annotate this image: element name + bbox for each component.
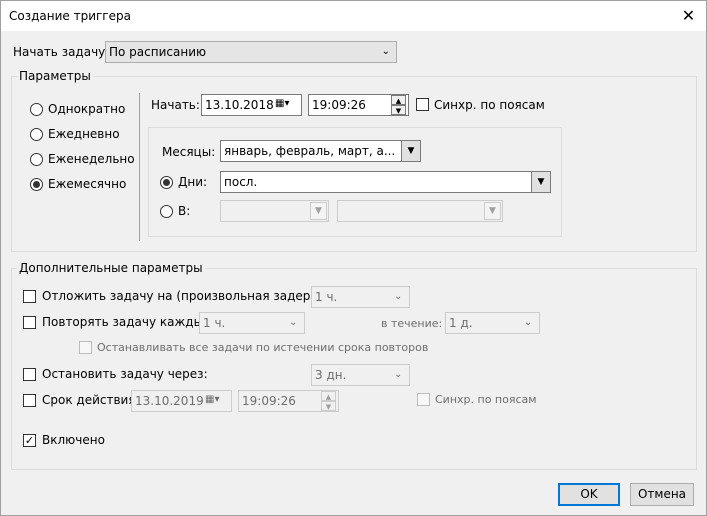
radio-weekly[interactable] [30, 153, 43, 166]
cancel-button[interactable]: Отмена [630, 483, 694, 506]
months-label: Месяцы: [162, 145, 216, 159]
radio-once-label: Однократно [48, 102, 126, 116]
title-bar: Создание триггера ✕ [1, 1, 706, 31]
chevron-down-icon[interactable]: ▼ [531, 171, 551, 193]
chevron-down-icon: ⌄ [394, 369, 403, 380]
chevron-down-icon[interactable]: ▼ [310, 202, 327, 220]
start-date-value: 13.10.2018 [205, 98, 274, 112]
delay-label: Отложить задачу на (произвольная задержк… [42, 289, 345, 303]
radio-monthly-label: Ежемесячно [48, 177, 127, 191]
chevron-down-icon[interactable]: ▼ [484, 202, 501, 220]
in-label: В: [178, 204, 191, 218]
trigger-dialog: Создание триггера ✕ Начать задачу: По ра… [0, 0, 707, 516]
months-value: январь, февраль, март, а... [224, 144, 396, 158]
start-task-value: По расписанию [109, 45, 207, 59]
radio-days[interactable] [160, 176, 173, 189]
repeat-value: 1 ч. [203, 316, 226, 330]
radio-weekly-label: Еженедельно [48, 152, 135, 166]
months-field[interactable]: январь, февраль, март, а... [220, 140, 402, 162]
spin-up-icon[interactable]: ▲ [391, 95, 406, 105]
chevron-down-icon: ⌄ [524, 317, 533, 328]
radio-daily-label: Ежедневно [48, 127, 120, 141]
chevron-down-icon: ⌄ [289, 317, 298, 328]
enabled-checkbox[interactable]: ✓ [23, 434, 36, 447]
parameters-legend: Параметры [17, 69, 93, 83]
radio-selected-dot [163, 179, 170, 186]
stop-after-label: Остановить задачу через: [42, 367, 208, 381]
radio-daily[interactable] [30, 128, 43, 141]
expire-sync-label: Синхр. по поясам [435, 393, 537, 406]
divider [139, 93, 140, 241]
spin-down-icon[interactable]: ▼ [391, 105, 406, 115]
chevron-down-icon[interactable]: ▼ [401, 140, 421, 162]
in-day-field[interactable] [337, 200, 503, 222]
expire-sync-checkbox[interactable] [417, 393, 430, 406]
start-time-value: 19:09:26 [312, 98, 366, 112]
calendar-icon[interactable]: ▦▾ [205, 394, 219, 405]
spin-up-icon[interactable]: ▲ [321, 391, 336, 401]
days-label: Дни: [178, 175, 208, 189]
days-value: посл. [224, 175, 258, 189]
radio-once[interactable] [30, 103, 43, 116]
sync-checkbox[interactable] [416, 98, 429, 111]
expire-label: Срок действия: [42, 393, 140, 407]
repeat-label: Повторять задачу каждые: [42, 315, 215, 329]
delay-value: 1 ч. [315, 290, 338, 304]
days-field[interactable]: посл. [220, 171, 532, 193]
radio-monthly[interactable] [30, 178, 43, 191]
start-task-label: Начать задачу: [13, 45, 110, 59]
delay-checkbox[interactable] [23, 290, 36, 303]
stop-all-label: Останавливать все задачи по истечении ср… [97, 341, 429, 354]
stop-after-checkbox[interactable] [23, 368, 36, 381]
chevron-down-icon: ⌄ [381, 46, 390, 57]
spin-down-icon[interactable]: ▼ [321, 401, 336, 411]
ok-button[interactable]: OK [558, 483, 620, 506]
radio-selected-dot [33, 181, 40, 188]
start-label: Начать: [151, 98, 200, 112]
window-title: Создание триггера [9, 9, 131, 23]
chevron-down-icon: ⌄ [394, 291, 403, 302]
stop-after-value: 3 дн. [315, 368, 347, 382]
expire-checkbox[interactable] [23, 394, 36, 407]
close-icon[interactable]: ✕ [671, 1, 706, 31]
stop-all-checkbox[interactable] [79, 341, 92, 354]
during-label: в течение: [381, 317, 443, 330]
radio-in[interactable] [160, 205, 173, 218]
advanced-legend: Дополнительные параметры [17, 261, 205, 275]
repeat-checkbox[interactable] [23, 316, 36, 329]
enabled-label: Включено [42, 433, 105, 447]
sync-label: Синхр. по поясам [434, 98, 545, 112]
expire-date-value: 13.10.2019 [135, 394, 204, 408]
start-task-select[interactable]: По расписанию ⌄ [105, 41, 397, 63]
during-value: 1 д. [449, 316, 473, 330]
expire-time-value: 19:09:26 [242, 394, 296, 408]
calendar-icon[interactable]: ▦▾ [275, 98, 289, 109]
